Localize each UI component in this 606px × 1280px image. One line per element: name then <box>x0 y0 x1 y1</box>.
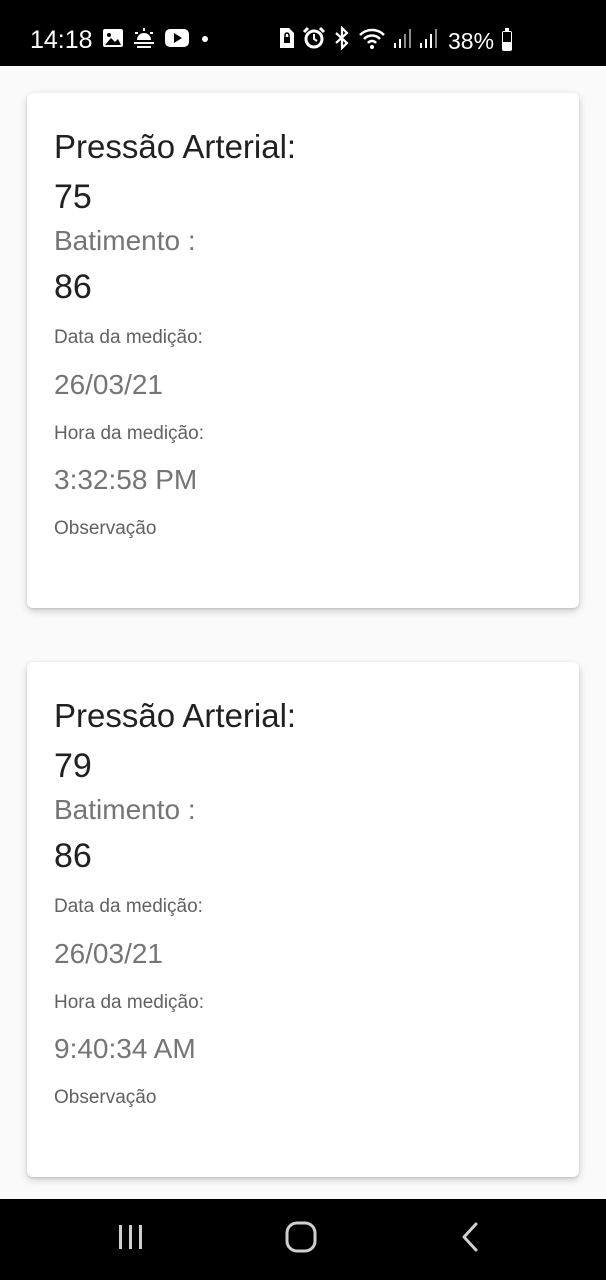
alarm-icon <box>302 26 326 55</box>
signal-icon <box>392 27 412 54</box>
bluetooth-icon <box>332 25 352 55</box>
pressure-value: 75 <box>54 178 92 216</box>
record-card[interactable]: Pressão Arterial: 75 Batimento : 86 Data… <box>27 93 579 608</box>
status-bar: 14:18 38% <box>0 0 606 66</box>
date-label: Data da medição: <box>54 327 203 348</box>
recent-apps-icon <box>116 1223 146 1256</box>
pressure-title: Pressão Arterial: <box>54 697 297 734</box>
navigation-bar <box>0 1199 606 1280</box>
date-label: Data da medição: <box>54 896 203 917</box>
home-button[interactable] <box>261 1199 341 1280</box>
heartbeat-label: Batimento : <box>54 794 196 825</box>
gallery-icon <box>102 28 124 53</box>
back-button[interactable] <box>430 1199 510 1280</box>
observation-label: Observação <box>54 1087 157 1108</box>
home-icon <box>284 1220 318 1259</box>
pressure-title: Pressão Arterial: <box>54 128 297 165</box>
heartbeat-value: 86 <box>54 837 92 875</box>
battery-percentage: 38% <box>448 27 495 54</box>
sim-lock-icon <box>276 27 296 54</box>
time-value: 3:32:58 PM <box>54 464 198 495</box>
pressure-value: 79 <box>54 747 92 785</box>
date-value: 26/03/21 <box>54 938 163 969</box>
observation-label: Observação <box>54 518 157 539</box>
status-time: 14:18 <box>30 26 93 54</box>
recent-apps-button[interactable] <box>91 1199 171 1280</box>
time-value: 9:40:34 AM <box>54 1033 196 1064</box>
time-label: Hora da medição: <box>54 992 204 1013</box>
time-label: Hora da medição: <box>54 423 204 444</box>
heartbeat-label: Batimento : <box>54 225 196 256</box>
youtube-icon <box>164 28 190 53</box>
notification-icons <box>102 28 212 53</box>
wifi-icon <box>358 26 386 55</box>
records-list[interactable]: Pressão Arterial: 75 Batimento : 86 Data… <box>0 66 606 1199</box>
battery-icon <box>502 27 513 51</box>
signal-icon <box>418 27 438 54</box>
record-card[interactable]: Pressão Arterial: 79 Batimento : 86 Data… <box>27 662 579 1177</box>
dot-icon <box>198 28 212 53</box>
system-icons: 38% <box>276 25 513 55</box>
weather-icon <box>132 28 156 53</box>
back-icon <box>458 1221 482 1258</box>
heartbeat-value: 86 <box>54 268 92 306</box>
date-value: 26/03/21 <box>54 369 163 400</box>
